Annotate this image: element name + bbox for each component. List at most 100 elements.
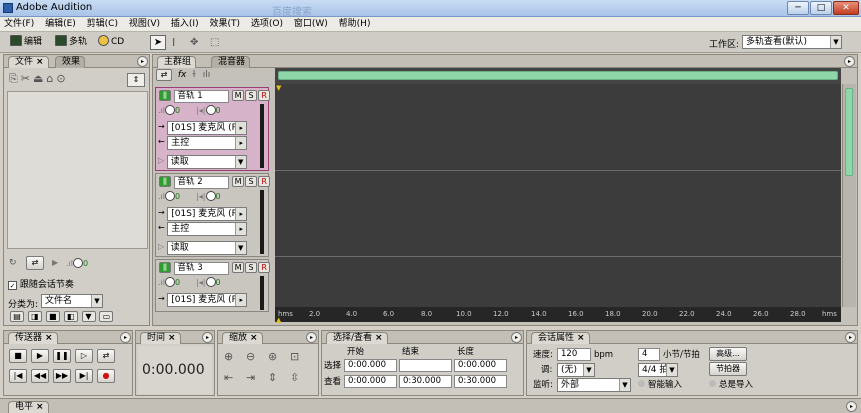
panel-menu-icon[interactable]: ▸ — [846, 401, 857, 412]
menu-insert[interactable]: 插入(I) — [167, 17, 203, 32]
sort-select[interactable]: 文件名 ▼ — [41, 294, 103, 308]
menu-help[interactable]: 帮助(H) — [335, 17, 375, 32]
minimize-button[interactable]: ─ — [787, 1, 809, 15]
track-timeline[interactable]: ▼ — [275, 84, 841, 307]
expand-icon[interactable]: ▷ — [158, 156, 164, 165]
menu-file[interactable]: 文件(F) — [0, 17, 38, 32]
panel-menu-icon[interactable]: ▸ — [845, 332, 856, 343]
file-filter-buttons[interactable]: ▤ ◨ ■ ◧ ▼ ▭ — [9, 311, 119, 324]
close-icon[interactable]: × — [45, 333, 53, 343]
edit-view-button[interactable]: 编辑 — [10, 35, 42, 50]
volume-knob[interactable] — [165, 105, 175, 115]
vertical-scrollbar[interactable] — [842, 84, 856, 307]
go-to-end-button[interactable]: ▶| — [75, 369, 93, 383]
volume-control[interactable]: .ıl 0 — [66, 258, 88, 268]
view-start-field[interactable]: 0:00.000 — [344, 375, 397, 388]
track-3[interactable]: ⫼ 音轨 3 MSR .ıl 0 |◂| 0 → [01S] 麦克风 (Rea ▸ — [155, 259, 271, 312]
move-tool-icon[interactable]: ✥ — [190, 35, 206, 50]
stop-button[interactable]: ■ — [9, 349, 27, 363]
filter-video-icon[interactable]: ■ — [45, 311, 60, 322]
close-icon[interactable]: × — [375, 333, 383, 343]
selection-start-field[interactable]: 0:00.000 — [344, 359, 397, 372]
play-to-end-button[interactable]: ▷ — [75, 349, 93, 363]
file-options-icon[interactable]: ⇕ — [127, 73, 145, 87]
track-name-field[interactable]: 音轨 3 — [173, 262, 229, 275]
track-meter-icon[interactable]: ⫼ — [159, 90, 171, 101]
track-1[interactable]: ⫼ 音轨 1 MSR .ıl 0 |◂| 0 → [01S] 麦克风 (Rea ▸ ← … — [155, 87, 271, 171]
track-output-select[interactable]: 主控 ▸ — [167, 222, 248, 236]
track-output-select[interactable]: 主控 ▸ — [167, 136, 248, 150]
tempo-field[interactable]: 120 — [557, 348, 591, 361]
volume-knob[interactable] — [165, 277, 175, 287]
solo-button[interactable]: S — [245, 176, 258, 187]
record-arm-button[interactable]: R — [258, 176, 271, 187]
tab-main-group[interactable]: 主群组 — [157, 56, 197, 68]
zoom-range-bar[interactable] — [278, 71, 838, 80]
zoom-to-selection-icon[interactable]: ⊛ — [268, 350, 277, 363]
solo-button[interactable]: S — [245, 262, 258, 273]
selection-end-field[interactable] — [399, 359, 452, 372]
zoom-in-horizontal-icon[interactable]: ⊕ — [224, 350, 233, 363]
close-button[interactable]: ✕ — [833, 1, 859, 15]
swap-icon[interactable]: ⇄ — [156, 69, 172, 81]
filter-audio-icon[interactable]: ▤ — [10, 311, 24, 322]
track-input-select[interactable]: [01S] 麦克风 (Rea ▸ — [167, 207, 248, 221]
file-list[interactable] — [7, 91, 148, 249]
close-icon[interactable]: × — [36, 57, 44, 67]
pause-button[interactable]: ❚❚ — [53, 349, 71, 363]
tab-transport[interactable]: 传送器 × — [8, 332, 58, 344]
tab-files[interactable]: 文件 × — [8, 56, 49, 68]
track-meter-icon[interactable]: ⫼ — [159, 262, 171, 273]
pan-knob[interactable] — [205, 277, 216, 287]
follow-checkbox[interactable]: ✓ — [8, 281, 17, 290]
panel-menu-icon[interactable]: ▸ — [844, 56, 855, 67]
automation-mode-select[interactable]: 读取 ▼ — [166, 241, 247, 255]
metronome-button[interactable]: 节拍器 — [709, 362, 747, 376]
panel-menu-icon[interactable]: ▸ — [137, 56, 148, 67]
loop-icon[interactable]: ↻ — [9, 258, 17, 268]
play-preview-icon[interactable]: ▶ — [52, 258, 58, 267]
solo-button[interactable]: S — [245, 90, 258, 101]
multitrack-view-button[interactable]: 多轨 — [55, 35, 87, 50]
zoom-in-right-icon[interactable]: ⇥ — [246, 371, 255, 384]
smart-input-option[interactable]: 智能输入 — [638, 379, 682, 391]
workspace-select[interactable]: 多轨查看(默认) ▼ — [742, 35, 842, 49]
panel-menu-icon[interactable]: ▸ — [511, 332, 522, 343]
beats-per-bar-field[interactable]: 4 — [638, 348, 660, 361]
follow-session-tempo[interactable]: ✓ 跟随会话节奏 — [8, 277, 74, 290]
rewind-button[interactable]: ◀◀ — [31, 369, 49, 383]
volume-knob[interactable] — [73, 258, 83, 268]
mute-button[interactable]: M — [232, 262, 245, 273]
track-meter-icon[interactable]: ⫼ — [159, 176, 171, 187]
filter-funnel-icon[interactable]: ▼ — [81, 311, 96, 322]
advanced-button[interactable]: 高级... — [709, 347, 747, 361]
play-button[interactable]: ▶ — [31, 349, 49, 363]
view-length-field[interactable]: 0:30.000 — [454, 375, 507, 388]
loop-play-button[interactable]: ⇄ — [97, 349, 115, 363]
record-arm-button[interactable]: R — [258, 90, 271, 101]
tab-levels[interactable]: 电平 × — [8, 401, 49, 413]
go-to-start-button[interactable]: |◀ — [9, 369, 27, 383]
time-selection-tool-icon[interactable]: I — [172, 35, 186, 50]
pan-knob[interactable] — [205, 105, 216, 115]
file-action-icons[interactable]: ⎘✂⏏⌂⊙ — [9, 72, 101, 88]
mute-button[interactable]: M — [232, 176, 245, 187]
cd-view-button[interactable]: CD — [98, 35, 124, 50]
mute-button[interactable]: M — [232, 90, 245, 101]
tab-effects[interactable]: 效果 — [55, 56, 86, 68]
maximize-button[interactable]: □ — [810, 1, 832, 15]
track-name-field[interactable]: 音轨 1 — [173, 90, 229, 103]
time-signature-select[interactable]: 4/4 拍 ▼ — [638, 363, 678, 377]
record-button[interactable]: ● — [97, 369, 115, 383]
close-icon[interactable]: × — [577, 333, 585, 343]
track-name-field[interactable]: 音轨 2 — [173, 176, 229, 189]
automation-mode-select[interactable]: 读取 ▼ — [166, 155, 247, 169]
loop-button[interactable]: ⇄ — [26, 256, 44, 270]
key-select[interactable]: (无) ▼ — [557, 363, 595, 377]
levels-icon[interactable]: ılı — [203, 70, 211, 80]
panel-menu-icon[interactable]: ▸ — [120, 332, 131, 343]
menu-options[interactable]: 选项(O) — [247, 17, 287, 32]
menu-clip[interactable]: 剪辑(C) — [83, 17, 122, 32]
tab-zoom[interactable]: 缩放 × — [222, 332, 263, 344]
eq-icon[interactable]: ɫ — [192, 70, 196, 80]
